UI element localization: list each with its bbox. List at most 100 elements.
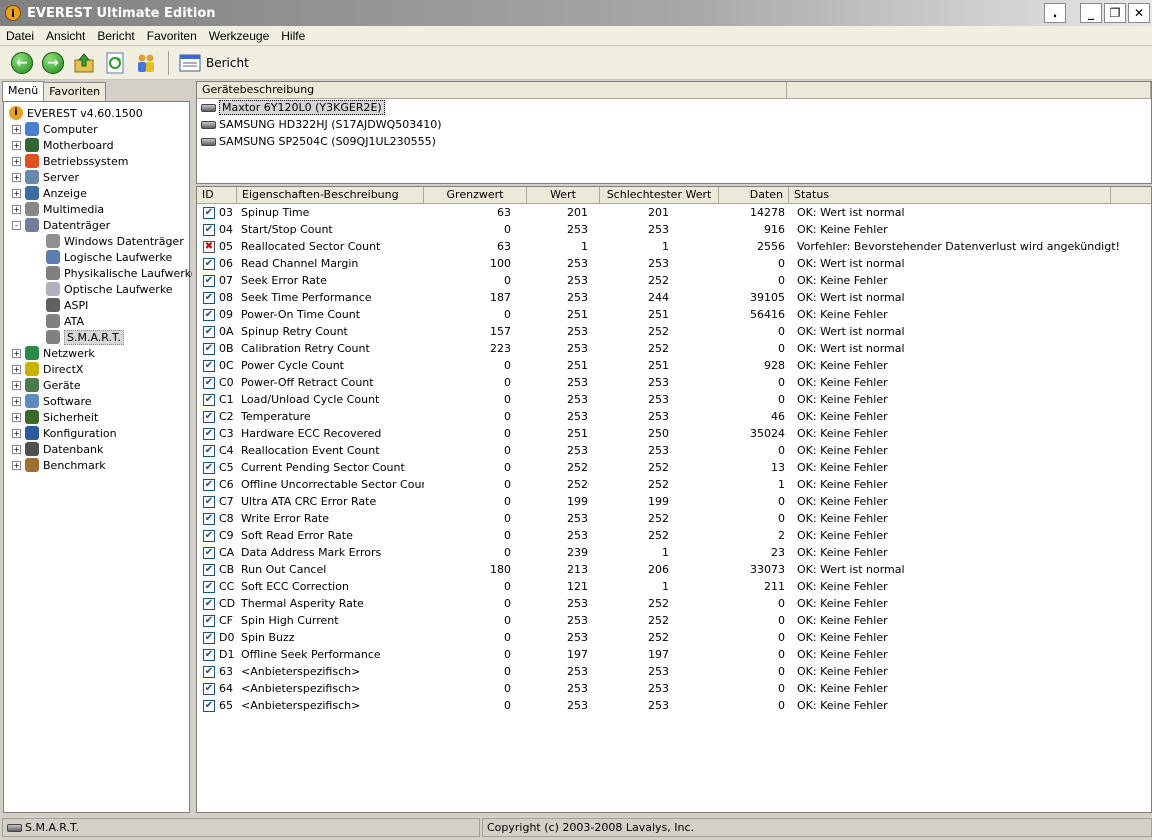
table-row[interactable]: ✔ CF Spin High Current 0 253 252 0 OK: Keine Fe… [197,612,1151,629]
forward-button[interactable]: → [41,51,65,75]
column-header-value[interactable]: Wert [527,187,600,203]
tree-item-windows-datenträger[interactable]: Windows Datenträger [4,233,189,249]
table-row[interactable]: ✔ C5 Current Pending Sector Count 0 252 252 13… [197,459,1151,476]
tree-item-s-m-a-r-t-[interactable]: S.M.A.R.T. [4,329,189,345]
menu-item-bericht[interactable]: Bericht [91,29,140,43]
table-row[interactable]: ✔ C7 Ultra ATA CRC Error Rate 0 199 199 0 OK: K… [197,493,1151,510]
tab-favorites[interactable]: Favoriten [43,82,107,101]
column-header-worst[interactable]: Schlechtester Wert [600,187,719,203]
cell-threshold: 0 [504,308,511,321]
table-row[interactable]: ✔ 03 Spinup Time 63 201 201 14278 OK: Wert ist … [197,204,1151,221]
tree-item-software[interactable]: + Software [4,393,189,409]
tree-item-motherboard[interactable]: + Motherboard [4,137,189,153]
table-row[interactable]: ✔ 63 <Anbieterspezifisch> 0 253 253 0 OK: Keine… [197,663,1151,680]
expand-toggle[interactable]: + [12,460,21,470]
tree-item-directx[interactable]: + DirectX [4,361,189,377]
table-row[interactable]: ✔ C1 Load/Unload Cycle Count 0 253 253 0 OK: Ke… [197,391,1151,408]
table-row[interactable]: ✔ C4 Reallocation Event Count 0 253 253 0 OK: K… [197,442,1151,459]
report-button[interactable]: Bericht [179,53,249,73]
tree-item-computer[interactable]: + Computer [4,121,189,137]
restore-button[interactable]: ❐ [1104,3,1126,23]
table-row[interactable]: ✔ CD Thermal Asperity Rate 0 253 252 0 OK: Kein… [197,595,1151,612]
expand-toggle[interactable]: + [12,172,21,182]
tree-item-benchmark[interactable]: + Benchmark [4,457,189,473]
table-row[interactable]: ✔ C9 Soft Read Error Rate 0 253 252 2 OK: Keine… [197,527,1151,544]
back-button[interactable]: ← [10,51,34,75]
table-row[interactable]: ✔ CA Data Address Mark Errors 0 239 1 23 OK: Ke… [197,544,1151,561]
table-row[interactable]: ✔ 04 Start/Stop Count 0 253 253 916 OK: Keine F… [197,221,1151,238]
users-button[interactable] [134,51,158,75]
up-button[interactable] [72,51,96,75]
column-header-data[interactable]: Daten [719,187,789,203]
collapse-toggle[interactable]: - [12,220,21,230]
tree-item-aspi[interactable]: ASPI [4,297,189,313]
help-context-button[interactable]: . [1044,3,1066,23]
cell-id-text: CB [219,563,235,576]
tree-item-geräte[interactable]: + Geräte [4,377,189,393]
column-header-id[interactable]: ID [197,187,237,203]
table-row[interactable]: ✔ C2 Temperature 0 253 253 46 OK: Keine Fehler [197,408,1151,425]
tree-item-datenträger[interactable]: - Datenträger [4,217,189,233]
menu-item-datei[interactable]: Datei [0,29,40,43]
column-header-threshold[interactable]: Grenzwert [424,187,527,203]
device-row[interactable]: SAMSUNG SP2504C (S09QJ1UL230555) [197,133,1151,150]
table-row[interactable]: ✔ 0B Calibration Retry Count 223 253 252 0 OK: … [197,340,1151,357]
tree-item-multimedia[interactable]: + Multimedia [4,201,189,217]
table-row[interactable]: ✔ 06 Read Channel Margin 100 253 253 0 OK: Wert… [197,255,1151,272]
refresh-button[interactable] [103,51,127,75]
table-row[interactable]: ✔ 65 <Anbieterspezifisch> 0 253 253 0 OK: Keine… [197,697,1151,714]
table-row[interactable]: ✔ CC Soft ECC Correction 0 121 1 211 OK: Keine … [197,578,1151,595]
expand-toggle[interactable]: + [12,140,21,150]
expand-toggle[interactable]: + [12,412,21,422]
tree-root[interactable]: i EVEREST v4.60.1500 [4,105,189,121]
table-row[interactable]: ✔ D1 Offline Seek Performance 0 197 197 0 OK: K… [197,646,1151,663]
column-header-description[interactable]: Eigenschaften-Beschreibung [237,187,424,203]
table-row[interactable]: ✔ C8 Write Error Rate 0 253 252 0 OK: Keine Feh… [197,510,1151,527]
menu-item-werkzeuge[interactable]: Werkzeuge [203,29,275,43]
device-row[interactable]: SAMSUNG HD322HJ (S17AJDWQ503410) [197,116,1151,133]
tree-item-netzwerk[interactable]: + Netzwerk [4,345,189,361]
menu-item-favoriten[interactable]: Favoriten [141,29,203,43]
tree-item-betriebssystem[interactable]: + Betriebssystem [4,153,189,169]
column-header-device[interactable]: Gerätebeschreibung [197,82,787,98]
table-row[interactable]: ✖ 05 Reallocated Sector Count 63 1 1 2556 Vorfe… [197,238,1151,255]
table-row[interactable]: ✔ 09 Power-On Time Count 0 251 251 56416 OK: Ke… [197,306,1151,323]
tree-item-datenbank[interactable]: + Datenbank [4,441,189,457]
expand-toggle[interactable]: + [12,188,21,198]
column-header-status[interactable]: Status [789,187,1111,203]
tree-item-optische-laufwerke[interactable]: Optische Laufwerke [4,281,189,297]
menu-item-hilfe[interactable]: Hilfe [275,29,311,43]
tree-item-logische-laufwerke[interactable]: Logische Laufwerke [4,249,189,265]
menu-item-ansicht[interactable]: Ansicht [40,29,91,43]
table-row[interactable]: ✔ 0A Spinup Retry Count 157 253 252 0 OK: Wert … [197,323,1151,340]
tree-item-konfiguration[interactable]: + Konfiguration [4,425,189,441]
expand-toggle[interactable]: + [12,428,21,438]
table-row[interactable]: ✔ C0 Power-Off Retract Count 0 253 253 0 OK: Ke… [197,374,1151,391]
tree-item-server[interactable]: + Server [4,169,189,185]
expand-toggle[interactable]: + [12,124,21,134]
table-row[interactable]: ✔ CB Run Out Cancel 180 213 206 33073 OK: Wert … [197,561,1151,578]
table-row[interactable]: ✔ D0 Spin Buzz 0 253 252 0 OK: Keine Fehler [197,629,1151,646]
expand-toggle[interactable]: + [12,396,21,406]
device-row[interactable]: Maxtor 6Y120L0 (Y3KGER2E) [197,99,1151,116]
table-row[interactable]: ✔ 64 <Anbieterspezifisch> 0 253 253 0 OK: Keine… [197,680,1151,697]
tree-item-physikalische-laufwerke[interactable]: Physikalische Laufwerke [4,265,198,281]
tree-item-ata[interactable]: ATA [4,313,189,329]
table-row[interactable]: ✔ 08 Seek Time Performance 187 253 244 39105 OK… [197,289,1151,306]
table-row[interactable]: ✔ 0C Power Cycle Count 0 251 251 928 OK: Keine … [197,357,1151,374]
expand-toggle[interactable]: + [12,364,21,374]
expand-toggle[interactable]: + [12,380,21,390]
tree-item-sicherheit[interactable]: + Sicherheit [4,409,189,425]
column-header-empty[interactable] [787,82,1151,98]
minimize-button[interactable]: _ [1080,3,1102,23]
expand-toggle[interactable]: + [12,156,21,166]
tree-item-anzeige[interactable]: + Anzeige [4,185,189,201]
close-button[interactable]: ✕ [1128,3,1150,23]
table-row[interactable]: ✔ C3 Hardware ECC Recovered 0 251 250 35024 OK:… [197,425,1151,442]
table-row[interactable]: ✔ 07 Seek Error Rate 0 253 252 0 OK: Keine Fehl… [197,272,1151,289]
expand-toggle[interactable]: + [12,444,21,454]
table-row[interactable]: ✔ C6 Offline Uncorrectable Sector Count 0 25… [197,476,1151,493]
expand-toggle[interactable]: + [12,348,21,358]
tab-menu[interactable]: Menü [2,81,45,102]
expand-toggle[interactable]: + [12,204,21,214]
